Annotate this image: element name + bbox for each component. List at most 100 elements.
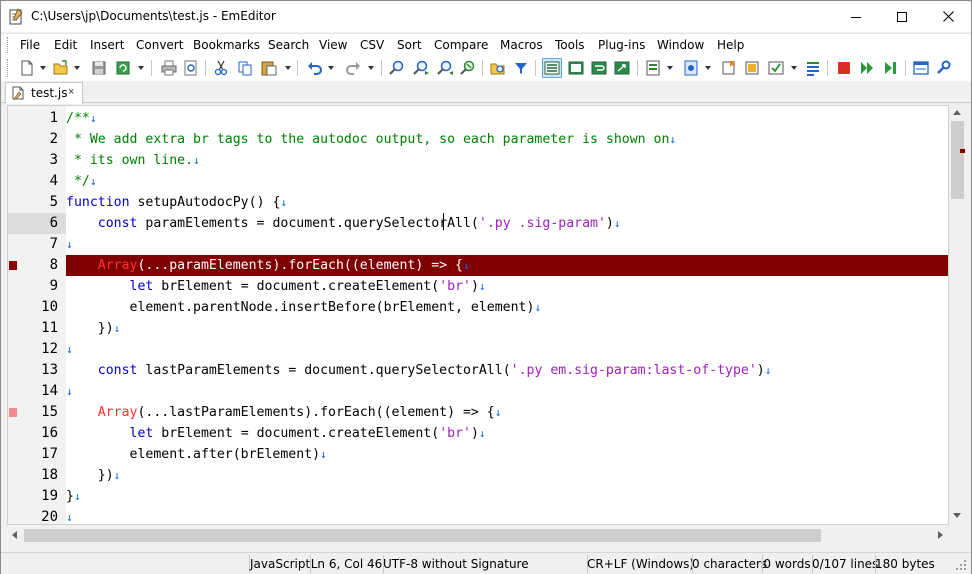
wrap-none-button[interactable] [542, 58, 562, 78]
find-previous-icon [437, 60, 453, 75]
select-all-button[interactable] [743, 59, 761, 77]
code-text: * its own line.↓ [66, 150, 200, 171]
scroll-down-arrow-icon[interactable] [953, 513, 961, 518]
print-preview-button[interactable] [182, 59, 200, 77]
bookmark-button[interactable] [720, 59, 738, 77]
menu-help[interactable]: Help [717, 38, 744, 52]
horizontal-scrollbar[interactable] [7, 527, 949, 544]
maximize-button[interactable] [879, 1, 925, 32]
save-all-button[interactable] [114, 59, 132, 77]
code-fragment: element.parentNode.insertBefore(brElemen… [66, 300, 535, 315]
emeditor-notepad-icon [9, 8, 23, 25]
comment-text: /** [66, 111, 90, 126]
status-line-ending[interactable]: CR+LF (Windows) [587, 553, 694, 574]
tab-close-icon[interactable]: × [68, 86, 74, 98]
editor-text-area[interactable]: 1 /**↓ 2 * We add extra br tags to the a… [7, 105, 949, 525]
menu-search[interactable]: Search [268, 38, 309, 52]
print-preview-icon [184, 60, 197, 76]
run-macro-button[interactable] [858, 59, 876, 77]
status-lines: 0/107 lines [812, 557, 879, 571]
menu-compare[interactable]: Compare [434, 38, 488, 52]
config-button[interactable] [682, 59, 700, 77]
code-fragment: setupAutodocPy() { [129, 195, 281, 210]
menu-sort[interactable]: Sort [397, 38, 422, 52]
menu-edit[interactable]: Edit [54, 38, 77, 52]
tab-test-js[interactable]: test.js × [5, 82, 83, 104]
document-type-button[interactable] [644, 59, 662, 77]
run-macro-step-icon [885, 62, 896, 74]
panel-icon [913, 61, 929, 75]
paste-button[interactable] [260, 59, 278, 77]
wrap-none-icon [544, 61, 560, 75]
checkbox-button[interactable] [767, 59, 785, 77]
copy-button[interactable] [236, 59, 254, 77]
redo-button[interactable] [344, 59, 362, 77]
toolbar-grip[interactable] [7, 59, 11, 77]
save-all-icon [116, 61, 130, 75]
code-text: element.after(brElement)↓ [66, 444, 327, 465]
wrap-ruler-button[interactable] [613, 59, 631, 77]
code-text: /**↓ [66, 108, 96, 129]
panel-button[interactable] [912, 59, 930, 77]
menu-view[interactable]: View [319, 38, 347, 52]
run-macro-step-button[interactable] [882, 59, 900, 77]
menu-plug-ins[interactable]: Plug-ins [598, 38, 645, 52]
scroll-left-arrow-icon[interactable] [12, 531, 17, 539]
find-next-button[interactable] [412, 59, 430, 77]
line-number: 6 [49, 215, 58, 231]
stop-macro-button[interactable] [835, 59, 853, 77]
line-number: 5 [49, 194, 58, 210]
wrap-page-button[interactable] [590, 59, 608, 77]
menu-window[interactable]: Window [657, 38, 704, 52]
code-fragment: }) [66, 468, 114, 483]
find-in-files-button[interactable] [489, 59, 507, 77]
undo-button[interactable] [306, 59, 324, 77]
line-number: 9 [49, 278, 58, 294]
checkbox-icon [768, 61, 784, 75]
eol-mark: ↓ [73, 490, 81, 503]
filter-icon [515, 63, 527, 74]
menu-csv[interactable]: CSV [360, 38, 384, 52]
cut-button[interactable] [212, 59, 230, 77]
menu-file[interactable]: File [20, 38, 40, 52]
maximize-icon [897, 11, 907, 22]
plugin-button[interactable] [935, 59, 953, 77]
print-button[interactable] [160, 59, 178, 77]
open-button[interactable] [52, 59, 70, 77]
code-line: 3 * its own line.↓ [8, 150, 948, 171]
toolbar [1, 55, 971, 81]
code-line: 11 })↓ [8, 318, 948, 339]
vertical-scrollbar[interactable] [949, 105, 966, 525]
find-button[interactable] [388, 59, 406, 77]
horizontal-scroll-thumb[interactable] [24, 529, 821, 542]
close-button[interactable] [925, 1, 971, 32]
find-previous-button[interactable] [436, 59, 454, 77]
menu-macros[interactable]: Macros [500, 38, 543, 52]
filter-button[interactable] [512, 59, 530, 77]
replace-icon [460, 60, 475, 75]
status-position[interactable]: Ln 6, Col 46 [310, 553, 383, 574]
wrap-window-button[interactable] [567, 59, 585, 77]
menu-insert[interactable]: Insert [90, 38, 124, 52]
new-file-button[interactable] [18, 59, 36, 77]
resize-grip-icon[interactable] [955, 559, 967, 571]
status-language[interactable]: JavaScript [250, 553, 310, 574]
scroll-up-arrow-icon[interactable] [953, 110, 961, 115]
run-macro-icon [861, 62, 873, 74]
minimize-button[interactable] [833, 1, 879, 32]
status-encoding[interactable]: UTF-8 without Signature [383, 553, 529, 574]
vertical-scroll-thumb[interactable] [951, 121, 964, 199]
string-literal: 'br' [439, 279, 471, 294]
menu-grip[interactable] [7, 37, 11, 53]
replace-button[interactable] [459, 59, 477, 77]
code-line: 4 */↓ [8, 171, 948, 192]
bookmark-icon [722, 61, 735, 75]
menu-convert[interactable]: Convert [136, 38, 183, 52]
save-button[interactable] [90, 59, 108, 77]
menu-tools[interactable]: Tools [555, 38, 585, 52]
scroll-right-arrow-icon[interactable] [938, 531, 943, 539]
menu-bookmarks[interactable]: Bookmarks [193, 38, 260, 52]
list-button[interactable] [804, 59, 822, 77]
stop-macro-icon [838, 62, 850, 74]
